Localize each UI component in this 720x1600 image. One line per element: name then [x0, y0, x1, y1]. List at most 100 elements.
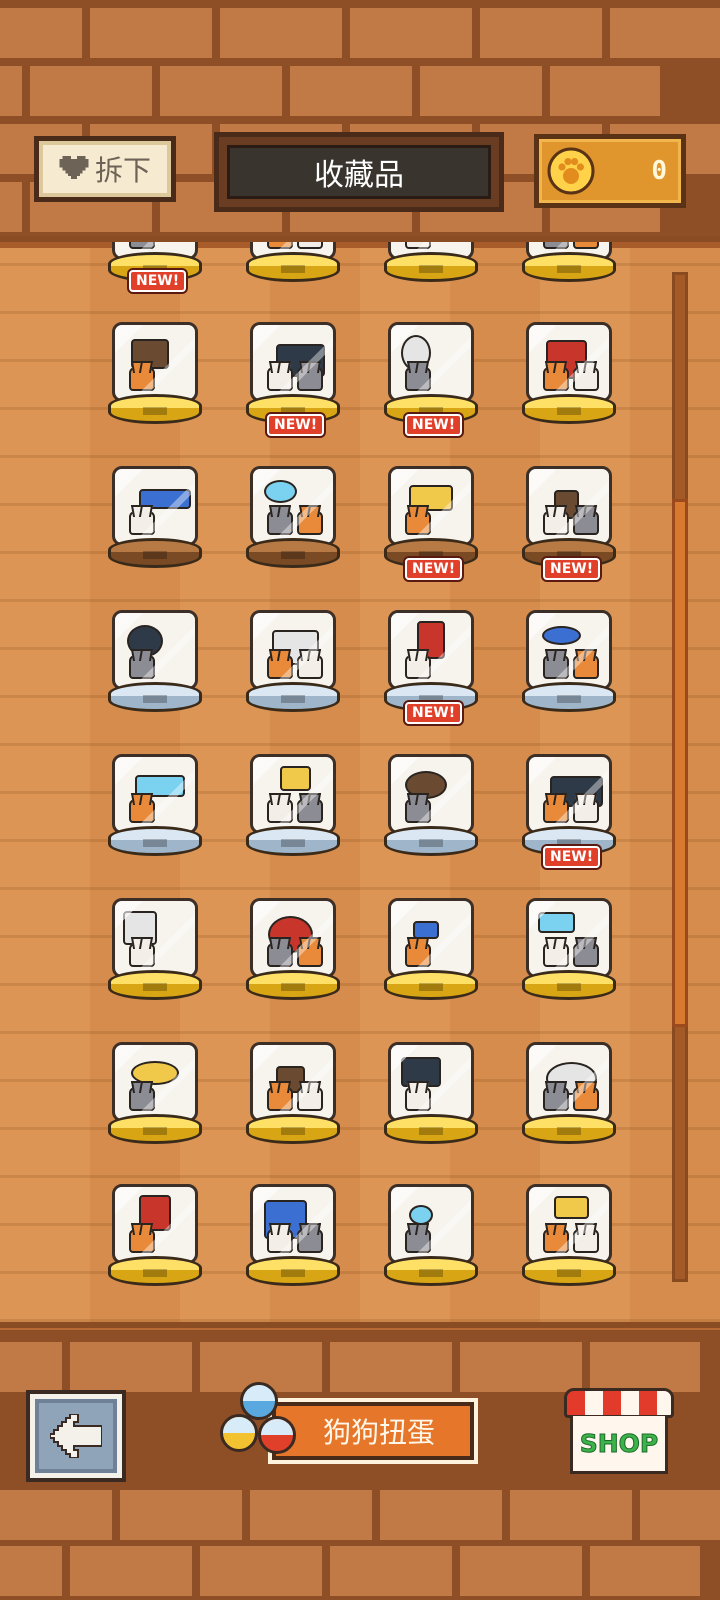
gacha-banner: 狗狗扭蛋: [272, 1402, 474, 1460]
collectible-figure: [388, 610, 474, 690]
capsule-icon: [220, 1414, 258, 1452]
acrylic-glare: [253, 1045, 333, 1119]
collection-item[interactable]: [366, 870, 496, 1000]
collection-item[interactable]: [504, 1156, 634, 1286]
page-title: 收藏品: [314, 158, 404, 193]
collection-item[interactable]: [228, 294, 358, 424]
collectible-figure: [250, 1184, 336, 1264]
collectible-figure: [526, 1184, 612, 1264]
collectible-figure: [388, 754, 474, 834]
display-pedestal: [384, 1256, 478, 1286]
collection-item[interactable]: [228, 1156, 358, 1286]
collectible-figure: [112, 754, 198, 834]
collection-item[interactable]: [90, 726, 220, 856]
collection-item[interactable]: [228, 726, 358, 856]
acrylic-glare: [115, 1187, 195, 1261]
acrylic-glare: [391, 325, 471, 399]
collection-item[interactable]: [504, 438, 634, 568]
collection-item[interactable]: [228, 870, 358, 1000]
collection-item[interactable]: [228, 1014, 358, 1144]
display-pedestal: [384, 826, 478, 856]
display-pedestal: [108, 1256, 202, 1286]
scrollbar-track[interactable]: [672, 272, 688, 1282]
display-pedestal: [108, 394, 202, 424]
collection-item[interactable]: [504, 726, 634, 856]
collection-item[interactable]: [90, 1156, 220, 1286]
collectible-figure: [526, 1042, 612, 1122]
collection-item[interactable]: NEW!: [504, 558, 634, 712]
collection-item[interactable]: [228, 242, 358, 282]
scrollbar-thumb[interactable]: [672, 499, 688, 1027]
display-pedestal: [384, 970, 478, 1000]
collection-item[interactable]: NEW!: [366, 558, 496, 712]
display-pedestal: [246, 252, 340, 282]
collectible-figure: [250, 754, 336, 834]
collection-item[interactable]: [366, 1156, 496, 1286]
display-pedestal: [522, 1256, 616, 1286]
acrylic-glare: [529, 469, 609, 543]
collection-item[interactable]: NEW!: [504, 846, 634, 1000]
brick-row: [0, 66, 660, 116]
collectible-figure: [526, 322, 612, 402]
shop-label: SHOP: [579, 1429, 659, 1459]
collection-item[interactable]: [366, 1014, 496, 1144]
collectible-figure: [112, 466, 198, 546]
display-pedestal: [246, 826, 340, 856]
acrylic-glare: [253, 757, 333, 831]
brick-row: [0, 1490, 720, 1540]
coin-count: 0: [651, 156, 667, 186]
collection-item[interactable]: NEW!: [90, 270, 220, 424]
collection-item[interactable]: [504, 294, 634, 424]
collection-item[interactable]: [366, 242, 496, 282]
arrow-left-icon: [50, 1414, 102, 1458]
title-plate: 收藏品: [227, 145, 491, 199]
collectible-figure: [112, 610, 198, 690]
display-pedestal: [246, 538, 340, 568]
collection-item[interactable]: NEW!: [366, 702, 496, 856]
new-badge: NEW!: [405, 702, 463, 724]
acrylic-glare: [115, 469, 195, 543]
acrylic-glare: [115, 901, 195, 975]
collection-shelf[interactable]: NEW! NEW! NEW! NEW! NEW! NEW! NEW!: [0, 236, 720, 1328]
collection-item[interactable]: [504, 242, 634, 282]
new-badge: NEW!: [543, 558, 601, 580]
display-pedestal: [522, 1114, 616, 1144]
paw-coin-icon: [547, 147, 595, 195]
collection-item[interactable]: [90, 1014, 220, 1144]
display-pedestal: [522, 682, 616, 712]
collection-item[interactable]: NEW!: [366, 414, 496, 568]
display-pedestal: [246, 682, 340, 712]
back-button[interactable]: [26, 1390, 126, 1482]
shop-sign: SHOP: [570, 1416, 668, 1474]
brick-row: [0, 1546, 700, 1596]
unequip-button[interactable]: 拆下: [34, 136, 176, 202]
collection-item[interactable]: [504, 1014, 634, 1144]
collection-item[interactable]: [90, 438, 220, 568]
capsule-icon: [258, 1416, 296, 1454]
display-pedestal: [108, 682, 202, 712]
acrylic-glare: [115, 1045, 195, 1119]
collection-item[interactable]: NEW!: [228, 414, 358, 568]
acrylic-glare: [115, 613, 195, 687]
new-badge: NEW!: [267, 414, 325, 436]
collectible-figure: [250, 1042, 336, 1122]
acrylic-glare: [115, 325, 195, 399]
acrylic-glare: [529, 1045, 609, 1119]
acrylic-glare: [529, 901, 609, 975]
collectible-figure: [250, 466, 336, 546]
collection-item[interactable]: [228, 582, 358, 712]
collection-item[interactable]: [366, 294, 496, 424]
display-pedestal: [108, 1114, 202, 1144]
collection-item[interactable]: [90, 870, 220, 1000]
acrylic-glare: [391, 613, 471, 687]
unequip-label: 拆下: [94, 154, 151, 187]
shop-button[interactable]: SHOP: [564, 1388, 674, 1476]
collectible-figure: [388, 1042, 474, 1122]
new-badge: NEW!: [405, 558, 463, 580]
acrylic-glare: [529, 613, 609, 687]
collection-item[interactable]: [90, 582, 220, 712]
acrylic-glare: [529, 757, 609, 831]
gacha-button[interactable]: 狗狗扭蛋: [214, 1382, 476, 1472]
collectible-figure: [526, 466, 612, 546]
acrylic-glare: [391, 901, 471, 975]
